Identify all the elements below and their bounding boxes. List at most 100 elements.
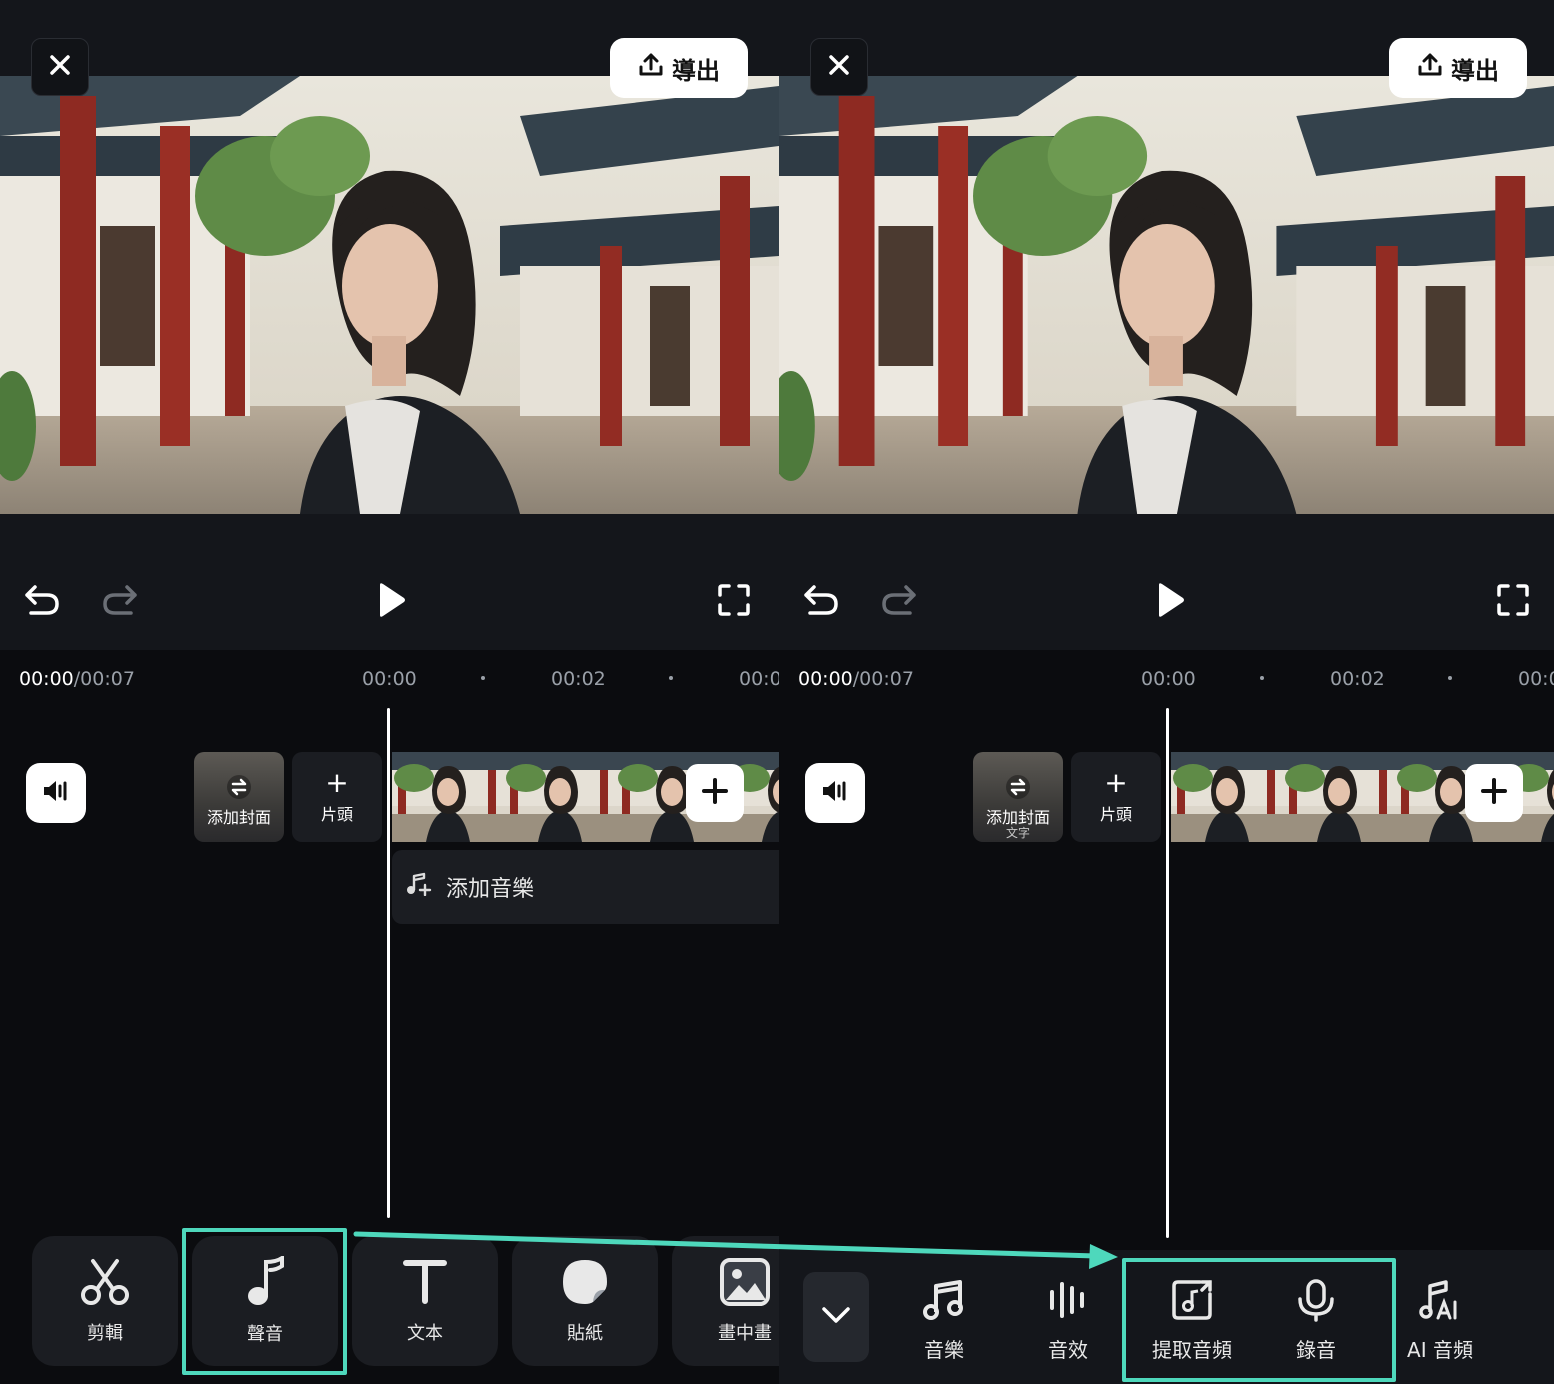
export-button[interactable]: 導出 <box>1389 38 1527 98</box>
play-icon <box>1153 581 1187 623</box>
tool-label: 剪輯 <box>87 1323 123 1344</box>
highlight-box <box>182 1228 347 1375</box>
add-intro-button[interactable]: + 片頭 <box>1071 752 1161 842</box>
tool-label: 文本 <box>407 1323 443 1344</box>
tick-dot <box>1448 676 1452 680</box>
time-tick: 00:02 <box>1330 668 1385 690</box>
tool-label: 貼紙 <box>567 1323 603 1344</box>
scissors-icon <box>79 1257 131 1311</box>
highlight-box <box>1122 1258 1396 1382</box>
intro-label: 片頭 <box>1099 805 1132 824</box>
tick-dot <box>669 676 673 680</box>
sound-effect-icon <box>1046 1278 1090 1326</box>
play-button[interactable] <box>1150 582 1190 622</box>
time-readout: 00:00/00:07 <box>798 668 914 690</box>
sticker-icon <box>560 1257 610 1311</box>
plus-icon: + <box>325 766 349 799</box>
export-label: 導出 <box>672 56 720 85</box>
export-button[interactable]: 導出 <box>610 38 748 98</box>
intro-label: 片頭 <box>320 805 353 824</box>
audio-tool-label: 音效 <box>1048 1338 1088 1362</box>
speaker-icon <box>820 777 850 809</box>
time-tick: 00:0 <box>1518 668 1554 690</box>
audio-tool-label: 音樂 <box>924 1338 964 1362</box>
add-cover-button[interactable]: 添加封面 <box>194 752 284 842</box>
undo-icon <box>23 583 61 621</box>
video-preview[interactable] <box>0 76 779 514</box>
fullscreen-icon <box>1496 583 1530 621</box>
screenshot-root: 導出 00:00/00:07 00:00 00:02 00:0 添加封面 + 片… <box>0 0 1554 1384</box>
redo-icon <box>880 583 918 621</box>
close-icon <box>49 54 71 80</box>
plus-icon: + <box>1104 766 1128 799</box>
redo-button[interactable] <box>100 584 140 620</box>
time-readout: 00:00/00:07 <box>19 668 135 690</box>
add-music-track[interactable]: 添加音樂 <box>392 850 779 924</box>
time-tick: 00:02 <box>551 668 606 690</box>
add-cover-button[interactable]: 添加封面 文字 <box>973 752 1063 842</box>
upload-icon <box>638 52 664 84</box>
music-add-icon <box>406 872 432 902</box>
redo-button[interactable] <box>879 584 919 620</box>
music-icon <box>922 1278 966 1326</box>
tick-dot <box>481 676 485 680</box>
audio-tool-music[interactable]: 音樂 <box>889 1278 999 1363</box>
video-preview[interactable] <box>779 76 1554 514</box>
timeline: 00:00/00:07 00:00 00:02 00:0 添加封面 文字 + 片… <box>779 650 1554 1384</box>
total-time: /00:07 <box>73 668 135 690</box>
add-clip-button[interactable] <box>1465 764 1523 822</box>
right-screen: 導出 00:00/00:07 00:00 00:02 00: 添加封面 文字 +… <box>779 0 1554 1384</box>
audio-tool-sfx[interactable]: 音效 <box>1013 1278 1123 1363</box>
audio-sub-toolbar: 音樂 音效 提取音頻 錄音 AI 音頻 <box>779 1250 1554 1384</box>
close-button[interactable] <box>31 38 89 96</box>
main-toolbar: 剪輯 聲音 文本 貼紙 畫中畫 <box>0 1228 779 1384</box>
swap-icon <box>1005 774 1031 804</box>
redo-icon <box>101 583 139 621</box>
text-icon <box>402 1257 448 1311</box>
add-music-label: 添加音樂 <box>446 877 535 902</box>
fullscreen-icon <box>717 583 751 621</box>
playhead[interactable] <box>1166 708 1169 1238</box>
collapse-button[interactable] <box>803 1272 869 1362</box>
audio-tool-label: AI 音頻 <box>1407 1338 1473 1362</box>
tool-pip[interactable]: 畫中畫 <box>672 1236 779 1366</box>
swap-icon <box>226 774 252 804</box>
speaker-icon <box>41 777 71 809</box>
play-button[interactable] <box>371 582 411 622</box>
picture-in-picture-icon <box>719 1257 771 1311</box>
chevron-down-icon <box>821 1306 851 1328</box>
playback-controls <box>0 514 779 650</box>
plus-icon <box>701 777 729 809</box>
play-icon <box>374 581 408 623</box>
time-tick: 00:00 <box>362 668 417 690</box>
playback-controls <box>779 514 1554 650</box>
left-screen: 導出 00:00/00:07 00:00 00:02 00:0 添加封面 + 片… <box>0 0 779 1384</box>
fullscreen-button[interactable] <box>714 582 754 622</box>
cover-sub-label: 文字 <box>1005 826 1030 840</box>
total-time: /00:07 <box>852 668 914 690</box>
mute-clip-audio-button[interactable] <box>805 763 865 823</box>
plus-icon <box>1480 777 1508 809</box>
time-tick: 00:00 <box>1141 668 1196 690</box>
playhead[interactable] <box>387 708 390 1218</box>
upload-icon <box>1417 52 1443 84</box>
audio-tool-ai[interactable]: AI 音頻 <box>1385 1278 1495 1363</box>
undo-button[interactable] <box>801 584 841 620</box>
ai-audio-icon <box>1418 1278 1462 1326</box>
add-intro-button[interactable]: + 片頭 <box>292 752 382 842</box>
add-clip-button[interactable] <box>686 764 744 822</box>
tool-text[interactable]: 文本 <box>352 1236 498 1366</box>
current-time: 00:00 <box>798 668 853 690</box>
current-time: 00:00 <box>19 668 74 690</box>
tick-dot <box>1260 676 1264 680</box>
fullscreen-button[interactable] <box>1493 582 1533 622</box>
export-label: 導出 <box>1451 56 1499 85</box>
time-tick: 00:0 <box>739 668 779 690</box>
mute-clip-audio-button[interactable] <box>26 763 86 823</box>
tool-edit[interactable]: 剪輯 <box>32 1236 178 1366</box>
tool-sticker[interactable]: 貼紙 <box>512 1236 658 1366</box>
undo-button[interactable] <box>22 584 62 620</box>
add-cover-label: 添加封面 <box>206 808 271 827</box>
close-icon <box>828 54 850 80</box>
close-button[interactable] <box>810 38 868 96</box>
